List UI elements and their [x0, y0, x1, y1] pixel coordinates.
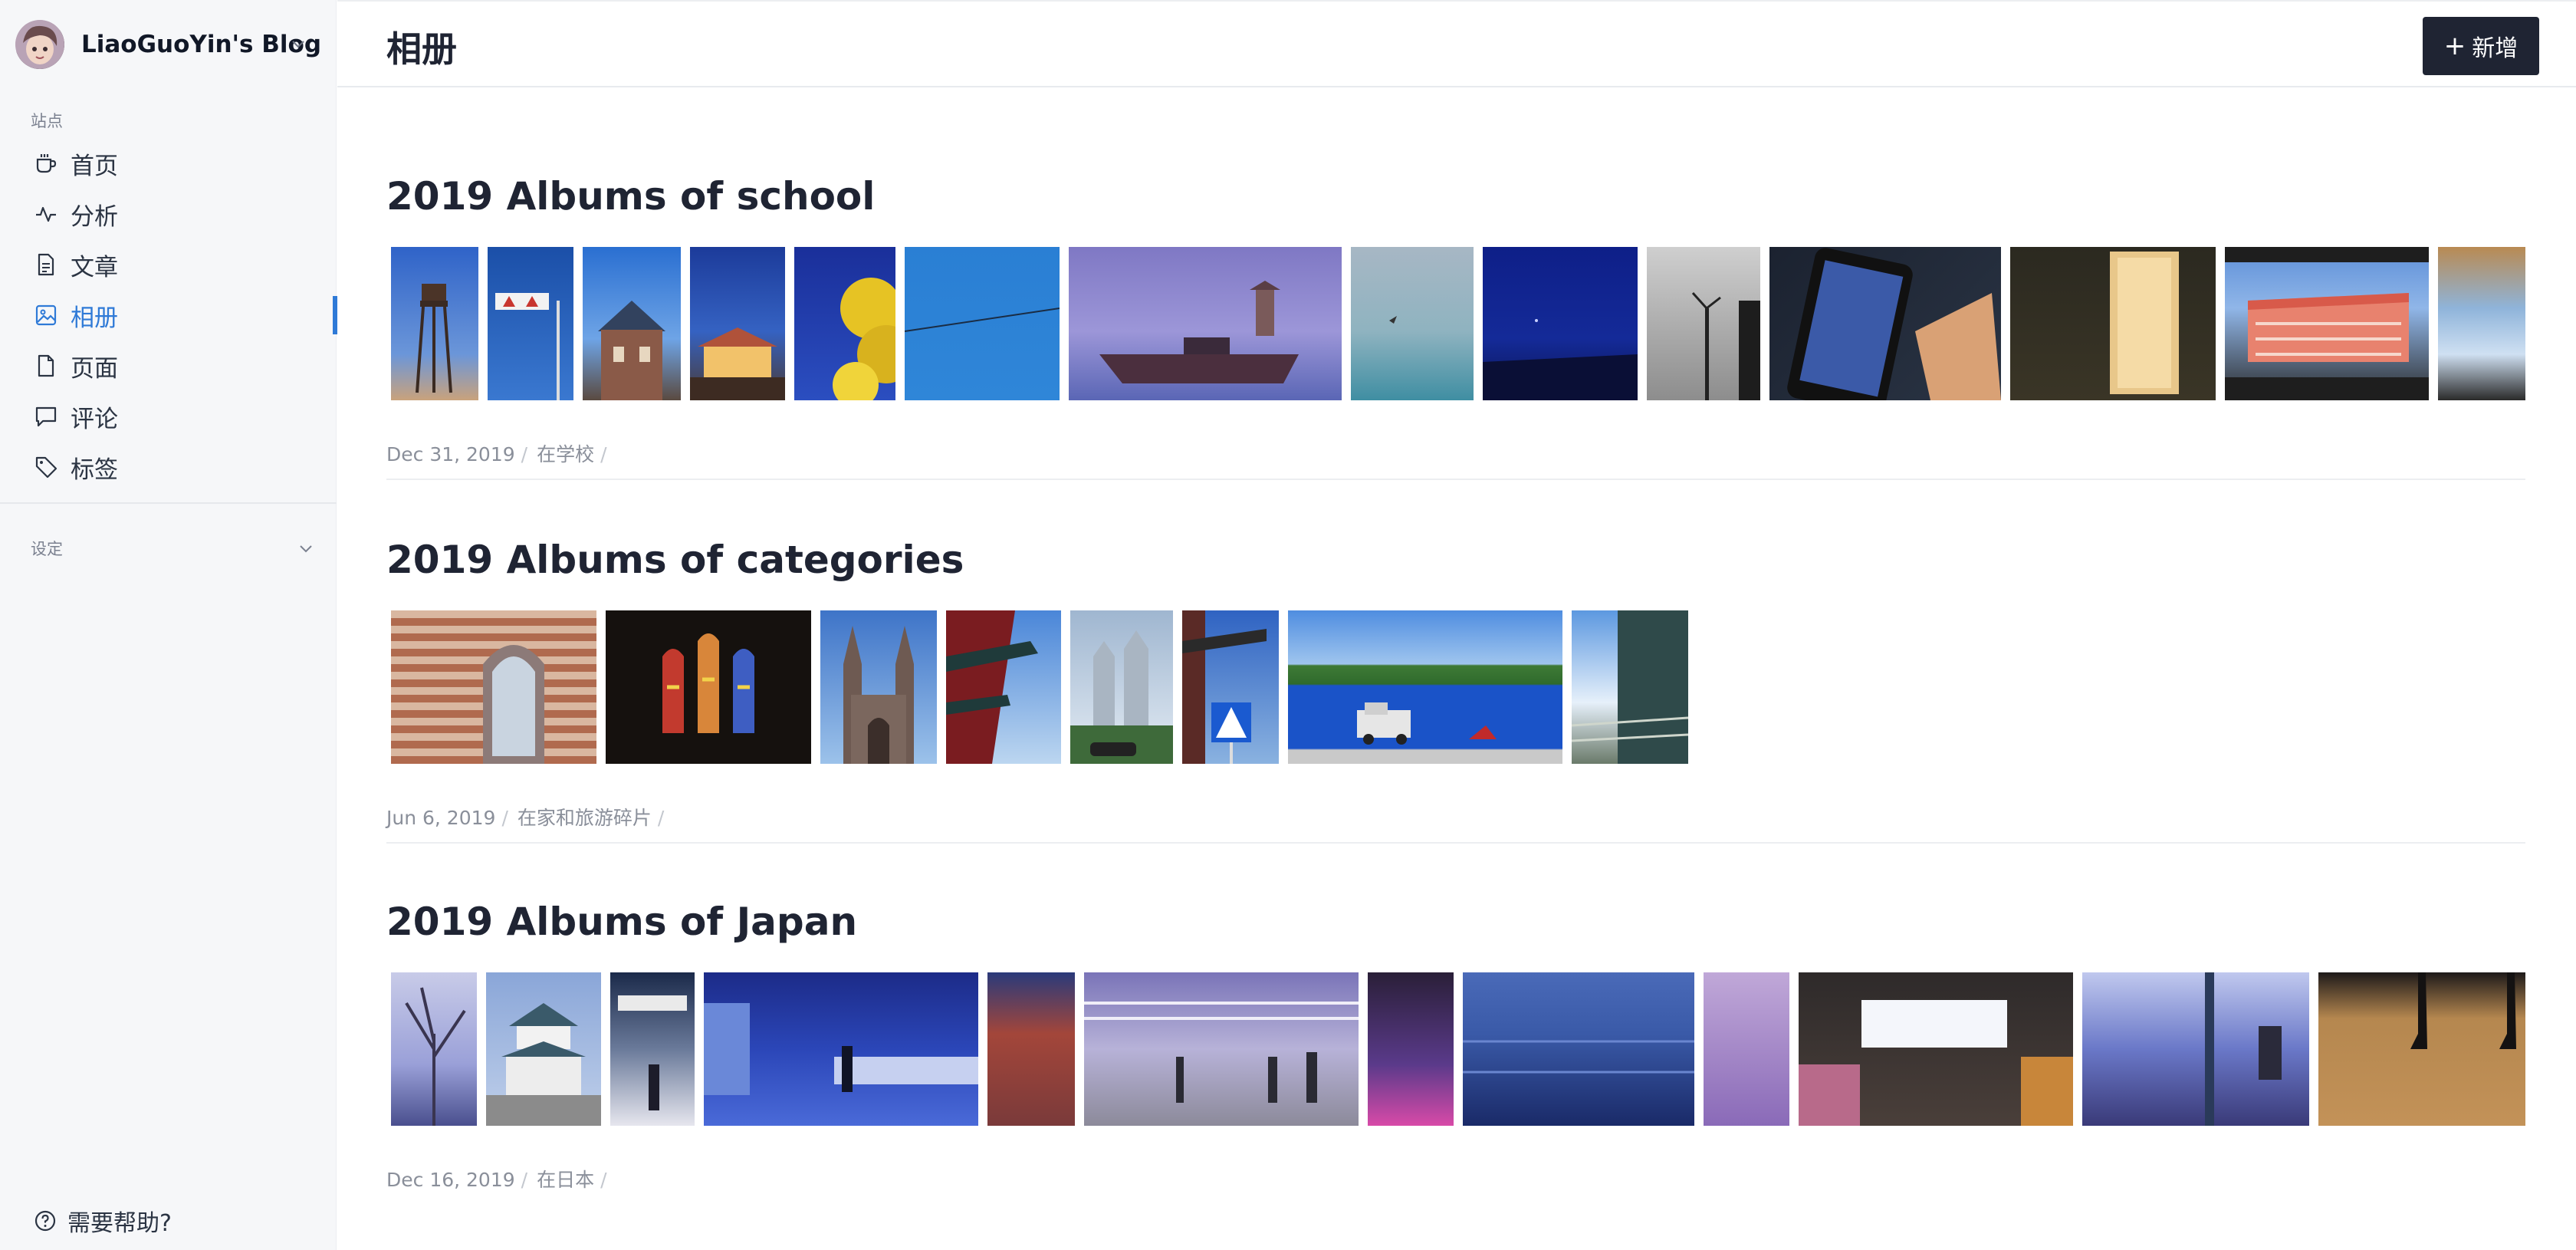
photo-thumbnail[interactable]: [583, 247, 681, 400]
help-link[interactable]: 需要帮助?: [34, 1204, 172, 1238]
photo-thumbnail[interactable]: [391, 610, 596, 764]
sidebar-nav: 首页 分析 文章 相册 页面 评论 标签: [0, 138, 337, 492]
album-category[interactable]: 在日本: [537, 1169, 594, 1191]
photo-thumbnail[interactable]: [2082, 972, 2309, 1126]
album-meta: Dec 16, 2019/在日本 /: [386, 1169, 607, 1191]
brand-switcher[interactable]: LiaoGuoYin's Blog: [15, 18, 322, 71]
page-header: 相册 + 新增: [337, 0, 2576, 87]
album-photo-strip: [391, 610, 2525, 764]
album-category[interactable]: 在家和旅游碎片: [518, 807, 652, 829]
album-card[interactable]: 2019 Albums of categories Jun 6, 2019/在家…: [386, 535, 2525, 844]
add-album-button[interactable]: + 新增: [2423, 17, 2539, 75]
section-label-site: 站点: [31, 112, 63, 130]
album-title[interactable]: 2019 Albums of categories: [386, 535, 2525, 584]
help-circle-icon: [34, 1210, 56, 1232]
sidebar-item-posts[interactable]: 文章: [0, 239, 337, 290]
photo-thumbnail[interactable]: [690, 247, 785, 400]
sidebar-item-analytics[interactable]: 分析: [0, 189, 337, 239]
sidebar-item-comments[interactable]: 评论: [0, 391, 337, 442]
photo-thumbnail[interactable]: [946, 610, 1061, 764]
photo-thumbnail[interactable]: [2438, 247, 2525, 400]
section-label-settings: 设定: [31, 540, 63, 558]
image-icon: [35, 304, 57, 326]
photo-thumbnail[interactable]: [2225, 247, 2429, 400]
sidebar-item-label: 文章: [71, 253, 118, 281]
photo-thumbnail[interactable]: [606, 610, 811, 764]
photo-thumbnail[interactable]: [488, 247, 573, 400]
sidebar-item-label: 评论: [71, 405, 118, 433]
sidebar-item-home[interactable]: 首页: [0, 138, 337, 189]
photo-thumbnail[interactable]: [1182, 610, 1279, 764]
album-card[interactable]: 2019 Albums of school Dec 31, 2019 / 在学校…: [386, 172, 2525, 480]
photo-thumbnail[interactable]: [1368, 972, 1454, 1126]
page-title: 相册: [386, 28, 457, 70]
photo-thumbnail[interactable]: [1647, 247, 1760, 400]
photo-thumbnail[interactable]: [704, 972, 978, 1126]
photo-thumbnail[interactable]: [1799, 972, 2073, 1126]
photo-thumbnail[interactable]: [2318, 972, 2525, 1126]
photo-thumbnail[interactable]: [610, 972, 695, 1126]
album-photo-strip: [391, 972, 2525, 1126]
photo-thumbnail[interactable]: [987, 972, 1075, 1126]
sidebar-item-pages[interactable]: 页面: [0, 340, 337, 391]
album-meta: Jun 6, 2019/在家和旅游碎片 /: [386, 807, 665, 829]
chevron-down-icon: [292, 41, 304, 48]
photo-thumbnail[interactable]: [391, 247, 478, 400]
photo-thumbnail[interactable]: [486, 972, 601, 1126]
album-date: Dec 16, 2019: [386, 1169, 515, 1191]
chevron-down-icon: [300, 545, 312, 553]
photo-thumbnail[interactable]: [2010, 247, 2216, 400]
document-icon: [38, 253, 54, 276]
sidebar-item-label: 首页: [71, 152, 118, 180]
sidebar-item-albums[interactable]: 相册: [0, 290, 337, 340]
sidebar-item-label: 页面: [71, 354, 118, 383]
photo-thumbnail[interactable]: [905, 247, 1060, 400]
sidebar-item-label: 标签: [71, 456, 118, 484]
photo-thumbnail[interactable]: [1483, 247, 1638, 400]
photo-thumbnail[interactable]: [1704, 972, 1789, 1126]
tag-icon: [35, 456, 58, 479]
photo-thumbnail[interactable]: [1069, 247, 1342, 400]
coffee-cup-icon: [36, 154, 57, 173]
avatar: [15, 20, 64, 69]
add-button-label: 新增: [2472, 35, 2518, 62]
plus-icon: +: [2443, 31, 2466, 61]
photo-thumbnail[interactable]: [1288, 610, 1562, 764]
sidebar-item-label: 相册: [71, 304, 118, 332]
brand-name: LiaoGuoYin's Blog: [81, 31, 322, 58]
sidebar: LiaoGuoYin's Blog 站点 首页 分析 文章 相册 页面 评论 标…: [0, 0, 337, 1250]
album-card[interactable]: 2019 Albums of Japan Dec 16, 2019 / 在日本 …: [386, 897, 2525, 1191]
sidebar-item-label: 分析: [71, 202, 118, 231]
photo-thumbnail[interactable]: [1070, 610, 1173, 764]
album-title[interactable]: 2019 Albums of school: [386, 172, 2525, 221]
file-icon: [38, 354, 54, 377]
photo-thumbnail[interactable]: [1463, 972, 1694, 1126]
photo-thumbnail[interactable]: [1084, 972, 1359, 1126]
album-photo-strip: [391, 247, 2525, 400]
sidebar-divider: [0, 502, 337, 504]
album-date: Jun 6, 2019: [386, 807, 496, 829]
photo-thumbnail[interactable]: [794, 247, 895, 400]
album-divider: [386, 842, 2525, 844]
album-meta: Dec 31, 2019/在学校 /: [386, 443, 607, 465]
photo-thumbnail[interactable]: [1769, 247, 2001, 400]
album-title[interactable]: 2019 Albums of Japan: [386, 897, 2525, 946]
comment-icon: [35, 406, 57, 427]
album-divider: [386, 479, 2525, 480]
sidebar-item-tags[interactable]: 标签: [0, 442, 337, 492]
photo-thumbnail[interactable]: [820, 610, 937, 764]
photo-thumbnail[interactable]: [1351, 247, 1474, 400]
album-category[interactable]: 在学校: [537, 443, 594, 465]
photo-thumbnail[interactable]: [391, 972, 477, 1126]
photo-thumbnail[interactable]: [1572, 610, 1688, 764]
album-date: Dec 31, 2019: [386, 443, 515, 465]
settings-group-toggle[interactable]: 设定: [31, 537, 314, 560]
help-label: 需要帮助?: [67, 1210, 172, 1237]
activity-icon: [36, 206, 56, 222]
